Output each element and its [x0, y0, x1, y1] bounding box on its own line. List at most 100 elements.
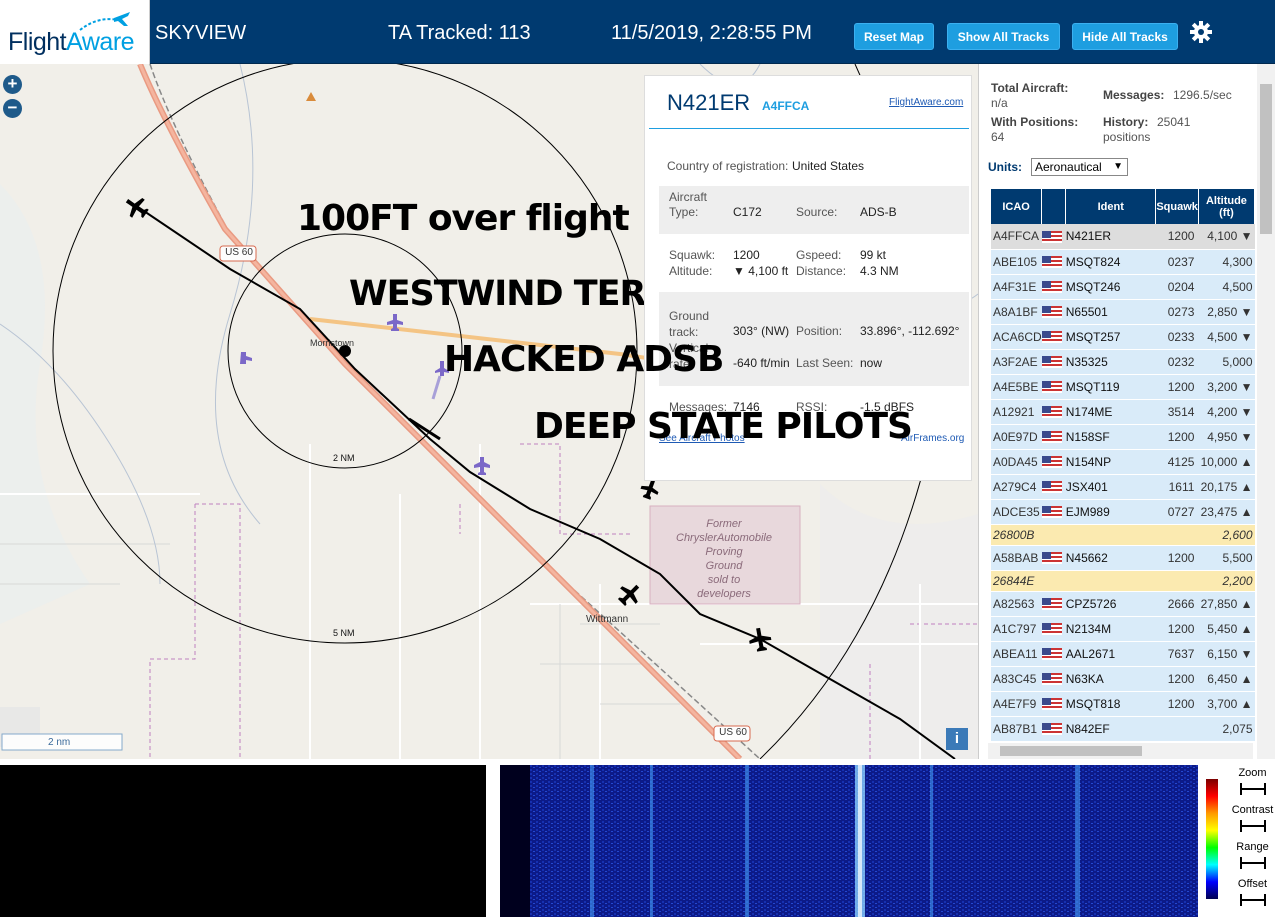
flightaware-link[interactable]: FlightAware.com: [889, 97, 963, 108]
country-row: Country of registration: United States: [667, 159, 865, 173]
waterfall-spectrogram[interactable]: [500, 765, 1198, 917]
column-header[interactable]: Altitude (ft): [1198, 189, 1256, 224]
aircraft-row[interactable]: A82563 CPZ5726 2666 27,850 ▲: [991, 591, 1255, 617]
icao-cell: A4E5BE: [991, 374, 1042, 400]
scale-label: 2 nm: [48, 737, 71, 748]
altitude-cell: 6,450 ▲: [1198, 666, 1255, 692]
icao-cell: A8A1BF: [991, 299, 1042, 325]
ident-cell: N63KA: [1065, 666, 1156, 692]
aircraft-row[interactable]: A3F2AE N35325 0232 5,000: [991, 349, 1255, 375]
squawk-cell: 1200: [1155, 224, 1199, 250]
reset-map-button[interactable]: Reset Map: [854, 23, 934, 50]
us-flag-icon: [1041, 506, 1062, 519]
column-header[interactable]: Squawk: [1155, 189, 1199, 224]
icao-cell: A279C4: [991, 474, 1042, 500]
ident-cell: N158SF: [1065, 424, 1156, 450]
ident-cell: AAL2671: [1065, 641, 1156, 667]
ident-cell: N174ME: [1065, 399, 1156, 425]
aircraft-row[interactable]: AB87B1 N842EF 2,075: [991, 716, 1255, 742]
ident-cell: JSX401: [1065, 474, 1156, 500]
ident-cell: N2134M: [1065, 616, 1156, 642]
aircraft-row[interactable]: A8A1BF N65501 0273 2,850 ▼: [991, 299, 1255, 325]
squawk-cell: 1611: [1155, 474, 1199, 500]
icao-cell: A0DA45: [991, 449, 1042, 475]
column-header[interactable]: Ident: [1065, 189, 1157, 224]
panel-divider: [649, 128, 969, 129]
top-header: FlightAware SKYVIEW TA Tracked: 113 11/5…: [0, 0, 1275, 64]
svg-text:developers: developers: [697, 588, 751, 600]
app-title: SKYVIEW: [155, 22, 247, 44]
vertical-scrollbar[interactable]: [1257, 64, 1275, 759]
zoom-label: Zoom: [1238, 767, 1267, 779]
aircraft-row[interactable]: ACA6CD MSQT257 0233 4,500 ▼: [991, 324, 1255, 350]
aircraft-row[interactable]: A0E97D N158SF 1200 4,950 ▼: [991, 424, 1255, 450]
aircraft-row[interactable]: A4E5BE MSQT119 1200 3,200 ▼: [991, 374, 1255, 400]
ident-cell: N65501: [1065, 299, 1156, 325]
units-select[interactable]: Aeronautical ▼: [1031, 158, 1128, 176]
flag-cell: [1041, 324, 1066, 350]
column-header[interactable]: ICAO: [991, 189, 1043, 224]
spectrogram-controls: Zoom Contrast Range Offset: [1198, 765, 1275, 917]
aircraft-row[interactable]: ADCE35 EJM989 0727 23,475 ▲: [991, 499, 1255, 525]
aircraft-row[interactable]: A4FFCA N421ER 1200 4,100 ▼: [991, 224, 1255, 250]
aircraft-row[interactable]: ABEA11 AAL2671 7637 6,150 ▼: [991, 641, 1255, 667]
gear-icon[interactable]: [1189, 20, 1213, 44]
ta-tracked-count: TA Tracked: 113: [388, 22, 531, 44]
zoom-out-button[interactable]: −: [3, 99, 22, 118]
svg-text:Proving: Proving: [705, 546, 743, 558]
aircraft-row[interactable]: A4E7F9 MSQT818 1200 3,700 ▲: [991, 691, 1255, 717]
us-flag-icon: [1041, 598, 1062, 611]
zoom-slider[interactable]: [1240, 783, 1266, 795]
squawk-altitude-row: Squawk: 1200 Gspeed: 99 kt Altitude: ▼ 4…: [669, 248, 899, 278]
horizontal-scrollbar[interactable]: [988, 743, 1253, 759]
squawk-cell: 0237: [1155, 249, 1199, 275]
offset-slider[interactable]: [1240, 894, 1266, 906]
squawk-cell: 0232: [1155, 349, 1199, 375]
squawk-cell: 4125: [1155, 449, 1199, 475]
selected-ident: N421ER: [667, 90, 751, 115]
ring-label-5nm: 5 NM: [333, 628, 355, 638]
aircraft-row[interactable]: A1C797 N2134M 1200 5,450 ▲: [991, 616, 1255, 642]
town-label-wittmann: Wittmann: [586, 614, 629, 625]
icao-cell: A1C797: [991, 616, 1042, 642]
us-flag-icon: [1041, 256, 1062, 269]
column-header[interactable]: [1041, 189, 1067, 224]
icao-cell: 26844E: [991, 570, 1042, 592]
contrast-slider[interactable]: [1240, 820, 1266, 832]
overlay-text-3: HACKED ADSB: [444, 339, 724, 380]
icao-cell: ADCE35: [991, 499, 1042, 525]
aircraft-row[interactable]: A83C45 N63KA 1200 6,450 ▲: [991, 666, 1255, 692]
aircraft-row[interactable]: A4F31E MSQT246 0204 4,500: [991, 274, 1255, 300]
us-flag-icon: [1041, 406, 1062, 419]
zoom-in-button[interactable]: +: [3, 75, 22, 94]
ring-label-2nm: 2 NM: [333, 453, 355, 463]
ident-cell: EJM989: [1065, 499, 1156, 525]
icao-cell: A4E7F9: [991, 691, 1042, 717]
info-button[interactable]: i: [946, 728, 968, 750]
icao-cell: AB87B1: [991, 716, 1042, 742]
aircraft-row[interactable]: ABE105 MSQT824 0237 4,300: [991, 249, 1255, 275]
flag-cell: [1041, 591, 1066, 617]
us-flag-icon: [1041, 673, 1062, 686]
aircraft-row[interactable]: A58BAB N45662 1200 5,500: [991, 545, 1255, 571]
flag-cell: [1041, 224, 1066, 250]
squawk-cell: 3514: [1155, 399, 1199, 425]
aircraft-row[interactable]: A279C4 JSX401 1611 20,175 ▲: [991, 474, 1255, 500]
aircraft-sidebar: Total Aircraft: n/a Messages: 1296.5/sec…: [978, 64, 1275, 759]
flag-cell: [1041, 716, 1066, 742]
aircraft-row[interactable]: 26800B 2,600: [991, 524, 1255, 546]
ident-cell: N154NP: [1065, 449, 1156, 475]
icao-cell: A58BAB: [991, 545, 1042, 571]
aircraft-row[interactable]: A12921 N174ME 3514 4,200 ▼: [991, 399, 1255, 425]
aircraft-row[interactable]: A0DA45 N154NP 4125 10,000 ▲: [991, 449, 1255, 475]
show-all-tracks-button[interactable]: Show All Tracks: [947, 23, 1060, 50]
range-slider[interactable]: [1240, 857, 1266, 869]
flightaware-logo[interactable]: FlightAware: [0, 0, 150, 64]
hide-all-tracks-button[interactable]: Hide All Tracks: [1072, 23, 1178, 50]
svg-text:Ground: Ground: [706, 560, 744, 572]
squawk-cell: 0233: [1155, 324, 1199, 350]
svg-text:Former: Former: [706, 518, 743, 530]
us-flag-icon: [1041, 306, 1062, 319]
history-unit: positions: [1103, 130, 1151, 144]
aircraft-row[interactable]: 26844E 2,200: [991, 570, 1255, 592]
